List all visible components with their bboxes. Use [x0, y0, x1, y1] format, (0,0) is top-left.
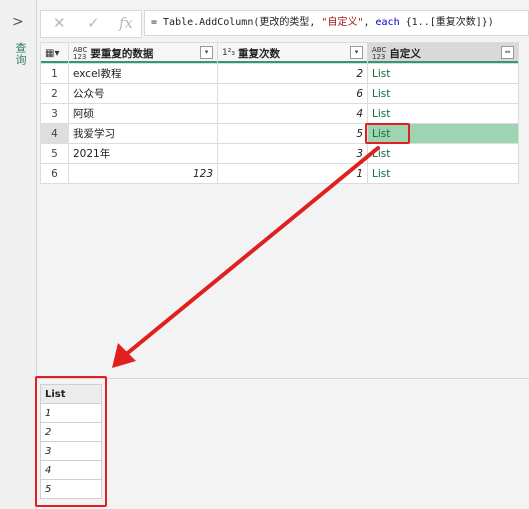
annotation-arrow-icon [112, 146, 380, 368]
